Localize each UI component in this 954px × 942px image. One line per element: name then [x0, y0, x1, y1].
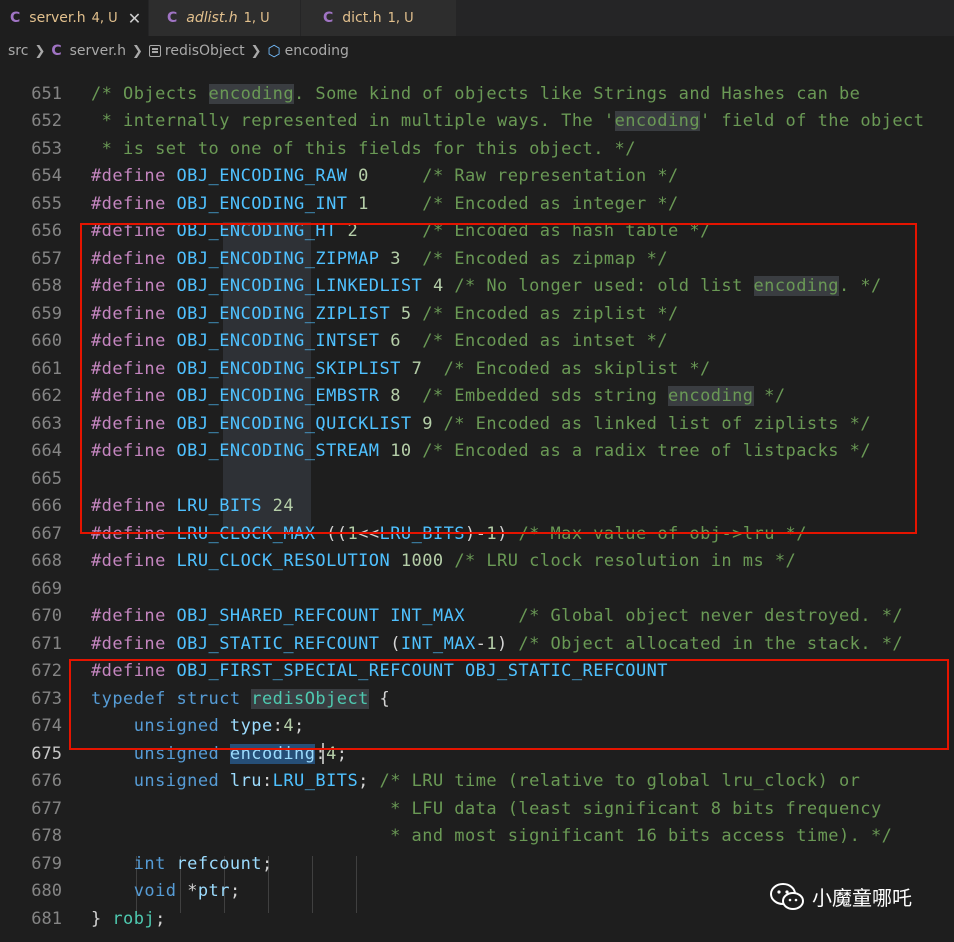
line-number: 681: [31, 908, 62, 929]
breadcrumb-struct[interactable]: redisObject: [165, 43, 245, 59]
tab-server-h[interactable]: C server.h 4, U ✕: [0, 0, 149, 36]
line-number: 653: [31, 138, 62, 159]
line-number: 679: [31, 853, 62, 874]
field-symbol-icon: ⬡: [267, 42, 281, 60]
code-text: unsigned lru:LRU_BITS; /* LRU time (rela…: [133, 771, 861, 792]
line-number: 662: [31, 386, 62, 407]
line-number: 665: [31, 468, 62, 489]
code-text: #define OBJ_ENCODING_INT 1 /* Encoded as…: [91, 193, 679, 214]
line-number: 657: [31, 248, 62, 269]
code-line[interactable]: 670 #define OBJ_SHARED_REFCOUNT INT_MAX /…: [0, 603, 954, 631]
breadcrumb-field[interactable]: encoding: [285, 43, 349, 59]
line-number: 672: [31, 661, 62, 682]
code-text: void *ptr;: [133, 881, 241, 902]
line-number: 661: [31, 358, 62, 379]
wechat-icon: [770, 882, 804, 910]
chevron-right-icon: ❯: [250, 43, 262, 59]
code-line[interactable]: 668 #define LRU_CLOCK_RESOLUTION 1000 /* …: [0, 548, 954, 576]
c-file-icon: C: [167, 10, 178, 26]
problem-badge: 1, U: [387, 10, 414, 26]
line-number: 660: [31, 331, 62, 352]
chevron-right-icon: ❯: [34, 43, 46, 59]
c-file-icon: C: [10, 10, 21, 26]
tab-label: server.h: [29, 10, 86, 26]
struct-symbol-icon: [148, 45, 161, 57]
line-number: 654: [31, 166, 62, 187]
line-number: 671: [31, 633, 62, 654]
code-line[interactable]: 679 int refcount;: [0, 850, 954, 878]
c-file-icon: C: [323, 10, 334, 26]
code-text: int refcount;: [133, 853, 273, 874]
tab-dict-h[interactable]: C dict.h 1, U: [301, 0, 457, 36]
annotation-box-encodings: [80, 223, 917, 534]
watermark: 小魔童哪吒: [770, 882, 912, 911]
code-line[interactable]: 655 #define OBJ_ENCODING_INT 1 /* Encoded…: [0, 190, 954, 218]
code-text: #define OBJ_STATIC_REFCOUNT (INT_MAX-1) …: [91, 633, 904, 654]
line-number: 678: [31, 826, 62, 847]
code-line[interactable]: 651 /* Objects encoding. Some kind of obj…: [0, 80, 954, 108]
code-line[interactable]: 671 #define OBJ_STATIC_REFCOUNT (INT_MAX-…: [0, 630, 954, 658]
line-number: 663: [31, 413, 62, 434]
problem-badge: 4, U: [91, 10, 118, 26]
tab-adlist-h[interactable]: C adlist.h 1, U: [149, 0, 301, 36]
tab-label: adlist.h: [186, 10, 238, 26]
line-number: 674: [31, 716, 62, 737]
line-number: 656: [31, 221, 62, 242]
line-number: 670: [31, 606, 62, 627]
code-text: #define OBJ_SHARED_REFCOUNT INT_MAX /* G…: [91, 606, 904, 627]
code-line[interactable]: 676 unsigned lru:LRU_BITS; /* LRU time (…: [0, 768, 954, 796]
code-line[interactable]: 654 #define OBJ_ENCODING_RAW 0 /* Raw rep…: [0, 163, 954, 191]
problem-badge: 1, U: [243, 10, 270, 26]
code-text: * is set to one of this fields for this …: [91, 138, 636, 159]
code-text: * internally represented in multiple way…: [91, 111, 925, 132]
line-number: 655: [31, 193, 62, 214]
code-text: #define OBJ_ENCODING_RAW 0 /* Raw repres…: [91, 166, 679, 187]
line-number: 677: [31, 798, 62, 819]
breadcrumb-file[interactable]: server.h: [70, 43, 126, 59]
line-number: 675: [31, 743, 62, 764]
chevron-right-icon: ❯: [132, 43, 143, 59]
c-file-icon: C: [51, 43, 62, 59]
line-number: 651: [31, 83, 62, 104]
line-number: 668: [31, 551, 62, 572]
line-number: 664: [31, 441, 62, 462]
line-number: 667: [31, 523, 62, 544]
close-icon[interactable]: ✕: [128, 9, 141, 28]
code-text: /* Objects encoding. Some kind of object…: [91, 83, 861, 104]
code-line[interactable]: 652 * internally represented in multiple…: [0, 108, 954, 136]
line-number: 666: [31, 496, 62, 517]
code-line[interactable]: 678 * and most significant 16 bits acces…: [0, 823, 954, 851]
code-text: * and most significant 16 bits access ti…: [91, 826, 893, 847]
line-number: 673: [31, 688, 62, 709]
watermark-text: 小魔童哪吒: [812, 886, 912, 910]
tab-bar: C server.h 4, U ✕ C adlist.h 1, U C dict…: [0, 0, 954, 36]
breadcrumb-folder[interactable]: src: [8, 43, 28, 59]
code-editor[interactable]: 651 /* Objects encoding. Some kind of obj…: [0, 66, 954, 942]
code-line[interactable]: 669: [0, 575, 954, 603]
line-number: 658: [31, 276, 62, 297]
code-line[interactable]: 677 * LFU data (least significant 8 bits…: [0, 795, 954, 823]
tab-label: dict.h: [342, 10, 382, 26]
line-number: 652: [31, 111, 62, 132]
code-text: } robj;: [91, 908, 166, 929]
line-number: 676: [31, 771, 62, 792]
line-number: 680: [31, 881, 62, 902]
breadcrumb: src ❯ C server.h ❯ redisObject ❯ ⬡ encod…: [0, 36, 954, 66]
code-line[interactable]: 653 * is set to one of this fields for t…: [0, 135, 954, 163]
annotation-box-refcount: [69, 659, 949, 750]
line-number: 659: [31, 303, 62, 324]
code-text: #define LRU_CLOCK_RESOLUTION 1000 /* LRU…: [91, 551, 797, 572]
line-number: 669: [31, 578, 62, 599]
code-text: * LFU data (least significant 8 bits fre…: [91, 798, 882, 819]
